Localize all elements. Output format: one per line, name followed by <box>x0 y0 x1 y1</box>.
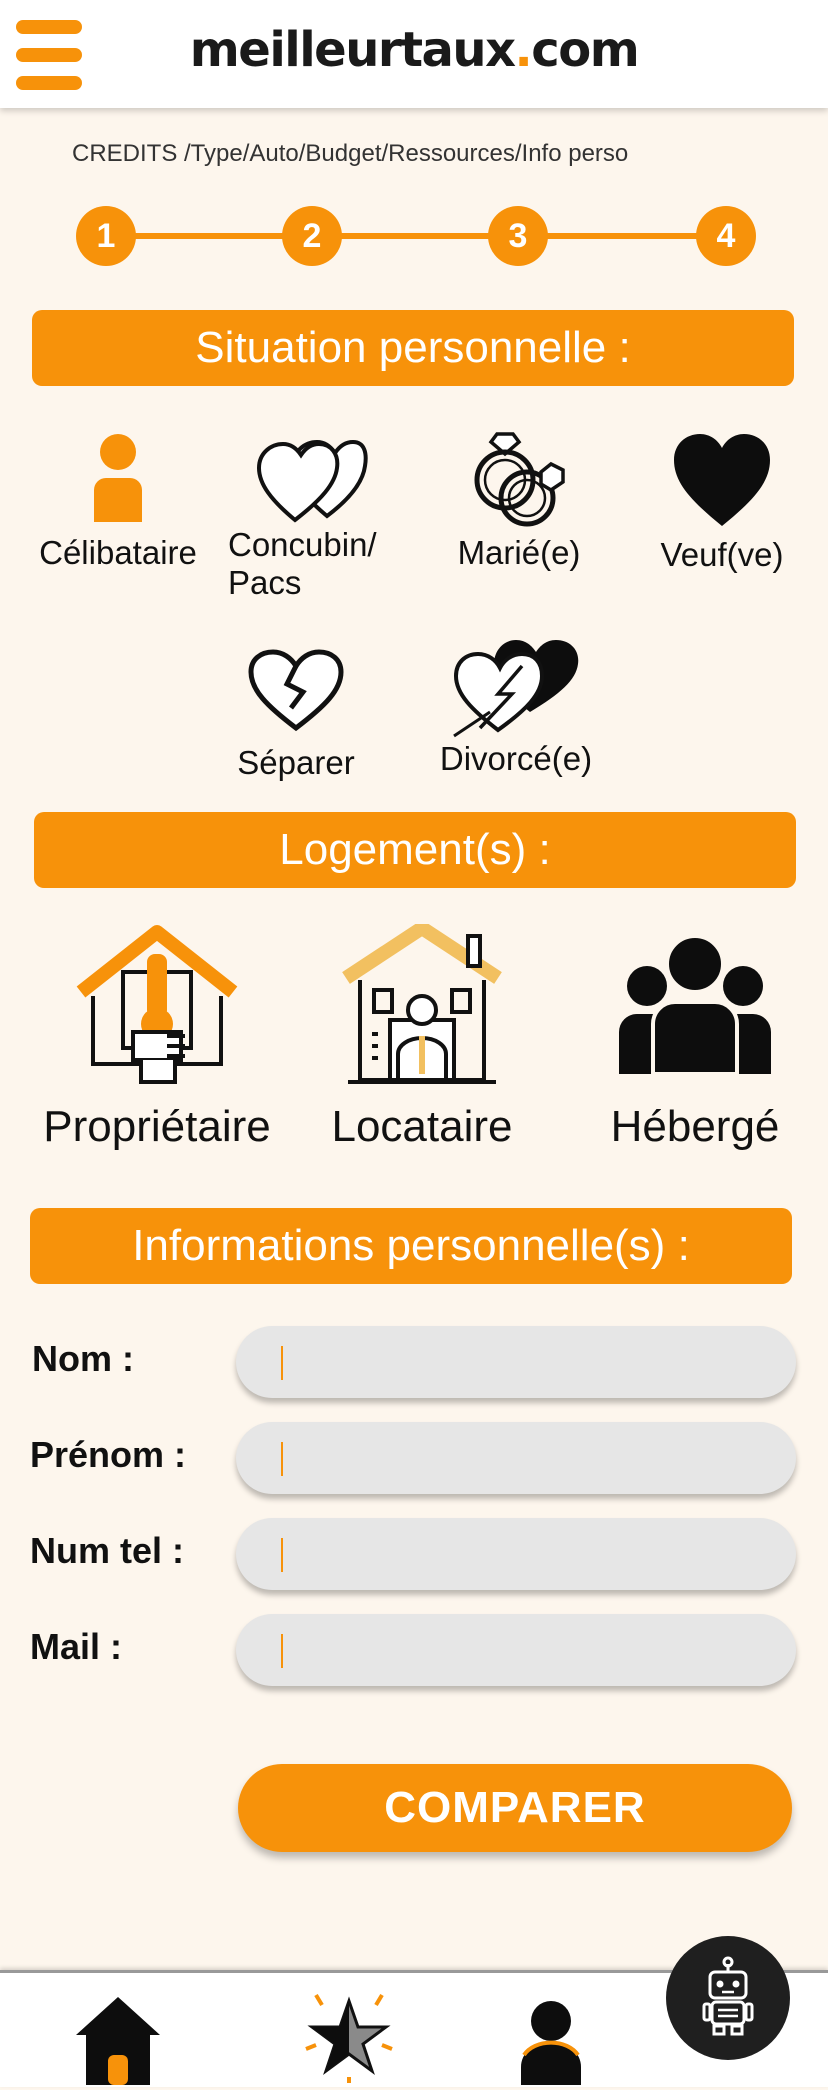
breadcrumb: CREDITS /Type/Auto/Budget/Ressources/Inf… <box>72 140 629 167</box>
option-heberge[interactable]: Hébergé <box>582 924 808 1152</box>
nav-favorites[interactable] <box>302 1987 396 2088</box>
logo-main: meilleurtaux <box>189 22 516 78</box>
section-logement-title: Logement(s) : <box>34 812 796 888</box>
logo-tld: com <box>531 22 639 78</box>
section-situation-title: Situation personnelle : <box>32 310 794 386</box>
broken-heart-icon <box>248 649 344 732</box>
option-divorce[interactable]: Divorcé(e) <box>428 636 604 778</box>
nom-input[interactable] <box>236 1326 796 1398</box>
option-separer-label: Séparer <box>237 744 355 781</box>
person-icon <box>94 434 142 522</box>
option-locataire[interactable]: Locataire <box>312 924 532 1152</box>
step-4[interactable]: 4 <box>696 206 756 266</box>
nav-profile[interactable] <box>516 1999 586 2090</box>
app-header: meilleurtaux.com <box>0 0 828 108</box>
prenom-input[interactable] <box>236 1422 796 1494</box>
stepper-line <box>106 233 726 239</box>
option-marie-label: Marié(e) <box>457 534 581 571</box>
user-icon <box>521 2001 581 2085</box>
option-divorce-label: Divorcé(e) <box>439 740 593 777</box>
num-tel-caret <box>281 1538 283 1572</box>
nom-label: Nom : <box>32 1338 134 1379</box>
divorce-hearts-icon <box>453 640 579 738</box>
tenant-house-icon <box>342 924 502 1084</box>
mail-input[interactable] <box>236 1614 796 1686</box>
owner-house-key-icon <box>76 925 238 1084</box>
logo[interactable]: meilleurtaux.com <box>0 22 828 78</box>
logo-dot: . <box>514 22 533 78</box>
prenom-label: Prénom : <box>30 1434 187 1475</box>
progress-stepper: 1 2 3 4 <box>76 206 756 266</box>
option-celibataire-label: Célibataire <box>39 534 197 571</box>
black-heart-icon <box>674 434 770 526</box>
two-hearts-icon <box>256 439 368 523</box>
option-veuf-label: Veuf(ve) <box>660 536 784 573</box>
step-3[interactable]: 3 <box>488 206 548 266</box>
option-proprietaire-label: Propriétaire <box>43 1102 271 1151</box>
num-tel-input[interactable] <box>236 1518 796 1590</box>
nom-caret <box>281 1346 283 1380</box>
compare-button[interactable]: COMPARER <box>238 1764 792 1852</box>
option-pacs-label: Pacs <box>228 564 302 601</box>
option-locataire-label: Locataire <box>331 1102 513 1151</box>
option-celibataire[interactable]: Célibataire <box>30 432 206 572</box>
prenom-caret <box>281 1442 283 1476</box>
step-2[interactable]: 2 <box>282 206 342 266</box>
mail-caret <box>281 1634 283 1668</box>
num-tel-label: Num tel : <box>30 1530 185 1571</box>
section-informations-title: Informations personnelle(s) : <box>30 1208 792 1284</box>
assistant-chat-button[interactable] <box>666 1936 790 2060</box>
option-marie[interactable]: Marié(e) <box>440 432 598 572</box>
nav-home[interactable] <box>72 1993 164 2090</box>
option-concubin-pacs[interactable]: Concubin/ Pacs <box>226 436 396 602</box>
star-icon <box>305 1993 393 2083</box>
home-icon <box>76 1997 160 2085</box>
option-concubin-label: Concubin/ <box>228 526 377 563</box>
option-separer[interactable]: Séparer <box>228 648 364 782</box>
option-veuf[interactable]: Veuf(ve) <box>640 432 804 574</box>
wedding-rings-icon <box>474 432 565 527</box>
step-1[interactable]: 1 <box>76 206 136 266</box>
mail-label: Mail : <box>30 1626 123 1667</box>
group-people-icon <box>619 934 771 1076</box>
robot-icon <box>702 1956 754 2036</box>
option-heberge-label: Hébergé <box>610 1102 780 1151</box>
option-proprietaire[interactable]: Propriétaire <box>22 924 292 1152</box>
